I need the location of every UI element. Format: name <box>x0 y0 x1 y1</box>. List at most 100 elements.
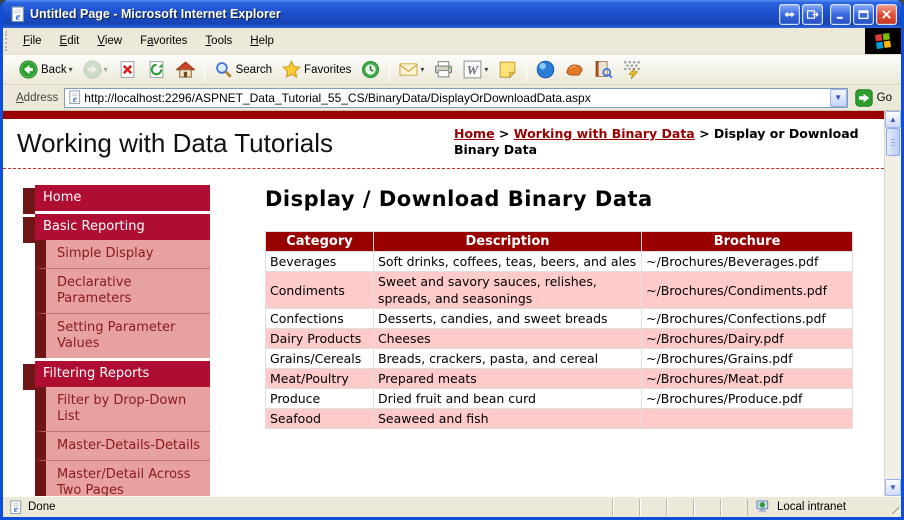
sidebar-item-basic-reporting[interactable]: Basic Reporting <box>35 214 210 240</box>
ie-page-icon: e <box>8 500 23 515</box>
edit-word-icon: W <box>463 60 482 79</box>
stop-button[interactable] <box>113 57 142 83</box>
go-button[interactable]: Go <box>848 86 899 110</box>
history-button[interactable] <box>356 57 385 83</box>
favorites-button[interactable]: Favorites <box>277 57 356 83</box>
address-dropdown-button[interactable]: ▼ <box>830 89 847 107</box>
scrollbar-track[interactable] <box>885 156 901 479</box>
window-arrows-button[interactable] <box>779 4 800 25</box>
table-row: Dairy ProductsCheeses~/Brochures/Dairy.p… <box>266 329 853 349</box>
page-content: Working with Data Tutorials Home > Worki… <box>3 111 884 496</box>
brochure-cell: ~/Brochures/Produce.pdf <box>642 389 853 409</box>
resize-grip[interactable] <box>887 499 901 516</box>
breadcrumb-working-with-binary-data[interactable]: Working with Binary Data <box>514 126 695 141</box>
search-icon <box>214 60 233 79</box>
address-input[interactable] <box>82 91 829 105</box>
go-arrow-icon <box>855 89 873 107</box>
table-row: ProduceDried fruit and bean curd~/Brochu… <box>266 389 853 409</box>
sidebar-item-home[interactable]: Home <box>35 185 210 211</box>
discuss-button[interactable] <box>560 57 589 83</box>
menu-view[interactable]: View <box>88 32 131 50</box>
menu-bar: FileEditViewFavoritesToolsHelp <box>3 28 901 55</box>
messenger-icon <box>498 60 517 79</box>
address-combo: e ▼ <box>64 88 847 108</box>
sidebar-item-declarative-parameters[interactable]: Declarative Parameters <box>35 268 210 313</box>
sidebar-item-master-detail-across-two-pages[interactable]: Master/Detail Across Two Pages <box>35 460 210 496</box>
standard-buttons-toolbar: Back▾▾SearchFavorites▾W▾ <box>3 55 901 85</box>
search-button[interactable]: Search <box>209 57 277 83</box>
svg-text:e: e <box>73 95 77 105</box>
svg-text:W: W <box>467 63 480 77</box>
status-bar: e Done Local intranet <box>3 496 901 517</box>
zone-text: Local intranet <box>777 501 846 513</box>
sidebar-item-master-details-details[interactable]: Master-Details-Details <box>35 431 210 460</box>
dev-grid-button[interactable] <box>618 57 647 83</box>
description-cell: Prepared meats <box>373 369 641 389</box>
research-button[interactable] <box>589 57 618 83</box>
brochure-cell: ~/Brochures/Condiments.pdf <box>642 272 853 309</box>
menubar-grip[interactable] <box>5 31 12 51</box>
scroll-down-button[interactable]: ▼ <box>885 479 901 496</box>
security-zone-pane: Local intranet <box>747 499 887 516</box>
table-row: SeafoodSeaweed and fish <box>266 409 853 429</box>
breadcrumb-home[interactable]: Home <box>454 126 495 141</box>
forward-button[interactable]: ▾ <box>78 57 113 83</box>
menu-tools[interactable]: Tools <box>196 32 241 50</box>
sidebar-item-setting-parameter-values[interactable]: Setting Parameter Values <box>35 313 210 358</box>
chevron-down-icon[interactable]: ▾ <box>104 65 108 74</box>
favorites-label: Favorites <box>304 64 351 76</box>
toolbar-separator <box>204 59 205 81</box>
close-button[interactable] <box>876 4 897 25</box>
chevron-down-icon[interactable]: ▾ <box>420 65 424 74</box>
sidebar-item-simple-display[interactable]: Simple Display <box>35 240 210 268</box>
description-cell: Cheeses <box>373 329 641 349</box>
back-button[interactable]: Back▾ <box>14 57 78 83</box>
refresh-icon <box>147 60 166 79</box>
category-cell: Produce <box>266 389 374 409</box>
menu-edit[interactable]: Edit <box>51 32 89 50</box>
description-cell: Soft drinks, coffees, teas, beers, and a… <box>373 252 641 272</box>
brochure-cell: ~/Brochures/Grains.pdf <box>642 349 853 369</box>
svg-text:e: e <box>16 11 21 22</box>
site-title: Working with Data Tutorials <box>17 121 333 165</box>
home-button[interactable] <box>171 57 200 83</box>
refresh-button[interactable] <box>142 57 171 83</box>
toolbar-separator <box>389 59 390 81</box>
brochure-cell: ~/Brochures/Meat.pdf <box>642 369 853 389</box>
mail-icon <box>399 60 418 79</box>
mail-button[interactable]: ▾ <box>394 57 429 83</box>
column-header-description: Description <box>373 232 641 252</box>
description-cell: Seaweed and fish <box>373 409 641 429</box>
minimize-button[interactable] <box>830 4 851 25</box>
stop-icon <box>118 60 137 79</box>
dev-grid-icon <box>623 60 642 79</box>
chevron-down-icon[interactable]: ▾ <box>484 65 488 74</box>
status-empty-pane <box>693 499 720 516</box>
sphere-button[interactable] <box>531 57 560 83</box>
category-cell: Seafood <box>266 409 374 429</box>
menu-help[interactable]: Help <box>241 32 283 50</box>
menu-file[interactable]: File <box>14 32 51 50</box>
sidebar-item-filter-by-drop-down-list[interactable]: Filter by Drop-Down List <box>35 387 210 431</box>
sidebar-item-filtering-reports[interactable]: Filtering Reports <box>35 361 210 387</box>
ie-page-icon: e <box>67 90 82 105</box>
brochure-cell: ~/Brochures/Beverages.pdf <box>642 252 853 272</box>
description-cell: Breads, crackers, pasta, and cereal <box>373 349 641 369</box>
print-button[interactable] <box>429 57 458 83</box>
scrollbar-thumb[interactable] <box>886 128 900 156</box>
local-intranet-icon <box>756 500 772 514</box>
maximize-button[interactable] <box>853 4 874 25</box>
chevron-down-icon[interactable]: ▾ <box>69 65 73 74</box>
status-empty-pane <box>666 499 693 516</box>
vertical-scrollbar[interactable]: ▲ ▼ <box>884 111 901 496</box>
svg-text:e: e <box>14 505 18 515</box>
main-content: Display / Download Binary Data CategoryD… <box>265 185 853 429</box>
address-label: Address <box>16 92 58 104</box>
edit-word-button[interactable]: W▾ <box>458 57 493 83</box>
menu-favorites[interactable]: Favorites <box>131 32 196 50</box>
messenger-button[interactable] <box>493 57 522 83</box>
pop-out-button[interactable] <box>802 4 823 25</box>
brochure-cell: ~/Brochures/Confections.pdf <box>642 309 853 329</box>
scroll-up-button[interactable]: ▲ <box>885 111 901 128</box>
title-bar[interactable]: e Untitled Page - Microsoft Internet Exp… <box>3 0 901 28</box>
